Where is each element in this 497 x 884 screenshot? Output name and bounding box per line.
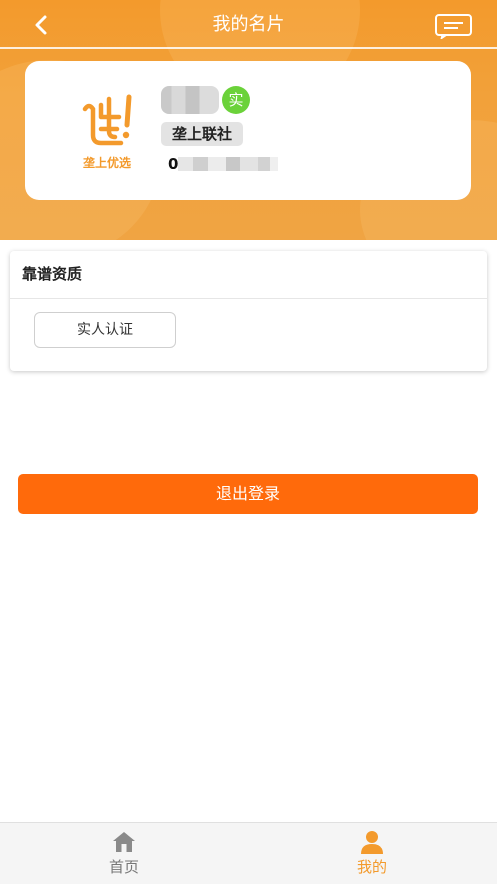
user-name-redacted [161,86,219,114]
verified-badge: 实 [222,86,250,114]
page-title: 我的名片 [212,14,285,35]
section-title: 靠谱资质 [22,265,83,283]
tab-home-label: 首页 [108,858,139,876]
tab-mine-label: 我的 [356,858,387,876]
real-name-verification-button[interactable]: 实人认证 [34,312,176,348]
navbar: 我的名片 [0,0,497,50]
tab-mine[interactable]: 我的 [312,823,432,884]
header-banner: 我的名片 垄上优选 实 垄上联社 0 [0,0,497,240]
organization-tag: 垄上联社 [161,122,243,146]
nav-divider [0,47,497,49]
phone-mosaic [178,157,278,171]
logout-button[interactable]: 退出登录 [18,474,478,514]
brand-logo-text: 垄上优选 [83,155,131,170]
tab-home[interactable]: 首页 [64,823,184,884]
profile-card: 垄上优选 实 垄上联社 0 [25,61,471,200]
section-divider [10,298,487,299]
qualification-card: 靠谱资质 实人认证 [10,251,487,371]
home-icon [113,832,135,852]
phone-number-redacted: 0 [168,155,278,173]
user-icon [361,831,383,854]
bottom-tab-bar: 首页 我的 [0,822,497,884]
message-icon[interactable] [434,13,474,39]
brand-logo: 垄上优选 [82,94,132,170]
phone-prefix: 0 [168,155,179,173]
